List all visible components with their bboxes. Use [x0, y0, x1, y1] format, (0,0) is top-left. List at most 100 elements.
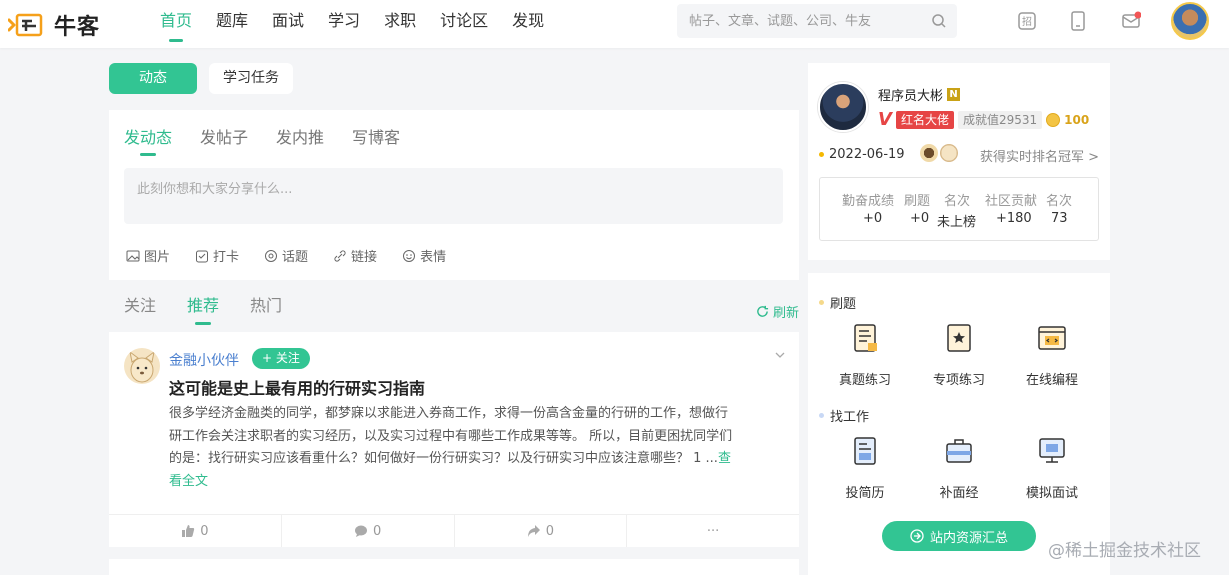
top-header: 牛客 首页 题库 面试 学习 求职 讨论区 发现 招 — [0, 0, 1229, 48]
like-button[interactable]: 0 — [109, 515, 282, 547]
badge-icon[interactable] — [940, 144, 958, 162]
stat-value: 未上榜 — [937, 215, 977, 230]
composer-textarea[interactable]: 此刻你想和大家分享什么... — [124, 168, 783, 224]
resource-summary-label: 站内资源汇总 — [929, 530, 1008, 546]
tab-following[interactable]: 关注 — [124, 292, 156, 316]
composer-tabs: 发动态 发帖子 发内推 写博客 — [124, 124, 400, 154]
mock-interview[interactable]: 模拟面试 — [1012, 436, 1092, 501]
comment-button[interactable]: 0 — [282, 515, 455, 547]
user-avatar[interactable] — [1171, 2, 1209, 40]
nav-item-discuss[interactable]: 讨论区 — [440, 0, 488, 48]
briefcase-icon — [946, 439, 972, 463]
post-body[interactable]: 很多学经济金融类的同学，都梦寐以求能进入券商工作，求得一份高含金量的行研的工作，… — [169, 403, 775, 493]
svg-text:招: 招 — [1022, 15, 1032, 28]
comment-count: 0 — [372, 523, 382, 539]
post-title[interactable]: 这可能是史上最有用的行研实习指南 — [169, 375, 425, 399]
online-coding[interactable]: 在线编程 — [1012, 323, 1092, 388]
image-tool[interactable]: 图片 — [126, 246, 170, 265]
v-mark-icon: V — [878, 109, 892, 130]
phone-icon[interactable] — [1068, 11, 1088, 31]
mail-icon[interactable] — [1121, 11, 1141, 31]
dog-avatar-icon — [129, 350, 155, 383]
post-card[interactable]: 金融小伙伴 + 关注 这可能是史上最有用的行研实习指南 很多学经济金融类的同学，… — [109, 332, 799, 547]
real-exam-label: 真题练习 — [838, 373, 891, 388]
post-body-line: 研工作会关注求职者的实习经历，以及实习过程中有哪些工作成果等等。 所以，目前更困… — [169, 428, 733, 444]
checkin-tool[interactable]: 打卡 — [195, 246, 239, 265]
image-icon — [126, 250, 140, 261]
next-post-card[interactable] — [109, 559, 799, 575]
stats-box: 勤奋成绩 刷题 名次 社区贡献 名次 +0 +0 未上榜 +180 73 — [819, 177, 1099, 241]
more-icon: ··· — [706, 523, 720, 539]
profile-avatar[interactable] — [818, 82, 868, 132]
search-box — [677, 4, 957, 38]
post-author-avatar[interactable] — [124, 348, 160, 384]
add-interview-exp[interactable]: 补面经 — [919, 436, 999, 501]
mock-interview-label: 模拟面试 — [1025, 486, 1078, 501]
nav-item-learn[interactable]: 学习 — [328, 0, 360, 48]
read-more-link-cont[interactable]: 看全文 — [169, 471, 775, 494]
nav-item-home[interactable]: 首页 — [160, 0, 192, 48]
tab-post-referral[interactable]: 发内推 — [276, 124, 324, 154]
emoji-tool[interactable]: 表情 — [402, 246, 446, 265]
badge-icon[interactable] — [920, 144, 938, 162]
tab-learning-tasks[interactable]: 学习任务 — [209, 63, 293, 94]
dot-icon — [819, 300, 824, 305]
rank-link[interactable]: 获得实时排名冠军 > — [980, 146, 1099, 165]
post-author-name[interactable]: 金融小伙伴 — [169, 350, 239, 370]
nav-item-interview[interactable]: 面试 — [272, 0, 304, 48]
refresh-button[interactable]: 刷新 — [756, 302, 799, 321]
profile-name[interactable]: 程序员大彬 — [878, 85, 943, 104]
emoji-icon — [403, 249, 416, 262]
tab-hot[interactable]: 热门 — [250, 292, 282, 316]
stat-label: 刷题 — [904, 194, 931, 209]
checkin-tool-label: 打卡 — [213, 250, 240, 265]
topic-icon — [265, 249, 278, 262]
section-title-practice: 刷题 — [819, 293, 856, 312]
coin-balance: 100 — [1046, 113, 1089, 127]
search-icon[interactable] — [931, 13, 947, 29]
real-exam-practice[interactable]: 真题练习 — [825, 323, 905, 388]
topic-tool-label: 话题 — [282, 250, 309, 265]
post-body-line: 很多学经济金融类的同学，都梦寐以求能进入券商工作，求得一份高含金量的行研的工作，… — [169, 406, 729, 421]
tab-post-blog[interactable]: 写博客 — [352, 124, 400, 154]
logo[interactable]: 牛客 — [8, 9, 100, 41]
topic-practice[interactable]: 专项练习 — [919, 323, 999, 388]
link-tool-label: 链接 — [351, 250, 378, 265]
more-actions-button[interactable]: ··· — [627, 515, 799, 547]
tab-recommended[interactable]: 推荐 — [187, 292, 219, 316]
stat-label: 名次 — [1046, 194, 1073, 209]
stat-value: +0 — [863, 211, 883, 226]
tab-post-dynamic[interactable]: 发动态 — [124, 124, 172, 154]
add-interview-exp-label: 补面经 — [939, 486, 979, 501]
stat-label: 名次 — [944, 194, 971, 209]
recruit-icon[interactable]: 招 — [1017, 11, 1037, 31]
submit-resume[interactable]: 投简历 — [825, 436, 905, 501]
share-button[interactable]: 0 — [455, 515, 628, 547]
nav-item-questions[interactable]: 题库 — [216, 0, 248, 48]
monitor-icon — [1039, 438, 1065, 463]
comment-icon — [354, 525, 367, 537]
level-badge: N — [947, 88, 961, 101]
exam-paper-icon — [854, 324, 877, 352]
tab-dynamic[interactable]: 动态 — [109, 63, 197, 94]
emoji-tool-label: 表情 — [420, 250, 447, 265]
resource-summary-button[interactable]: 站内资源汇总 — [882, 521, 1036, 551]
stat-value: +180 — [996, 211, 1032, 226]
section-title-jobs: 找工作 — [819, 406, 869, 425]
achievement-score: 成就值29531 — [957, 111, 1043, 129]
nav-item-discover[interactable]: 发现 — [512, 0, 544, 48]
follow-button[interactable]: + 关注 — [252, 348, 310, 369]
post-composer: 发动态 发帖子 发内推 写博客 此刻你想和大家分享什么... 图片 打卡 话题 … — [109, 110, 799, 280]
resume-icon — [854, 437, 876, 465]
top-tabs: 动态 学习任务 — [109, 63, 293, 94]
search-input[interactable] — [677, 4, 917, 38]
tab-post-article[interactable]: 发帖子 — [200, 124, 248, 154]
profile-card: 程序员大彬 N V 红名大佬 成就值29531 100 2022-06-19 获… — [808, 63, 1110, 260]
chevron-down-icon[interactable] — [775, 350, 785, 360]
profile-name-row: 程序员大彬 N — [878, 85, 961, 104]
topic-tool[interactable]: 话题 — [264, 246, 308, 265]
nav-item-jobs[interactable]: 求职 — [384, 0, 416, 48]
read-more-link[interactable]: 查 — [718, 451, 731, 466]
refresh-label: 刷新 — [772, 306, 799, 321]
link-tool[interactable]: 链接 — [333, 246, 377, 265]
